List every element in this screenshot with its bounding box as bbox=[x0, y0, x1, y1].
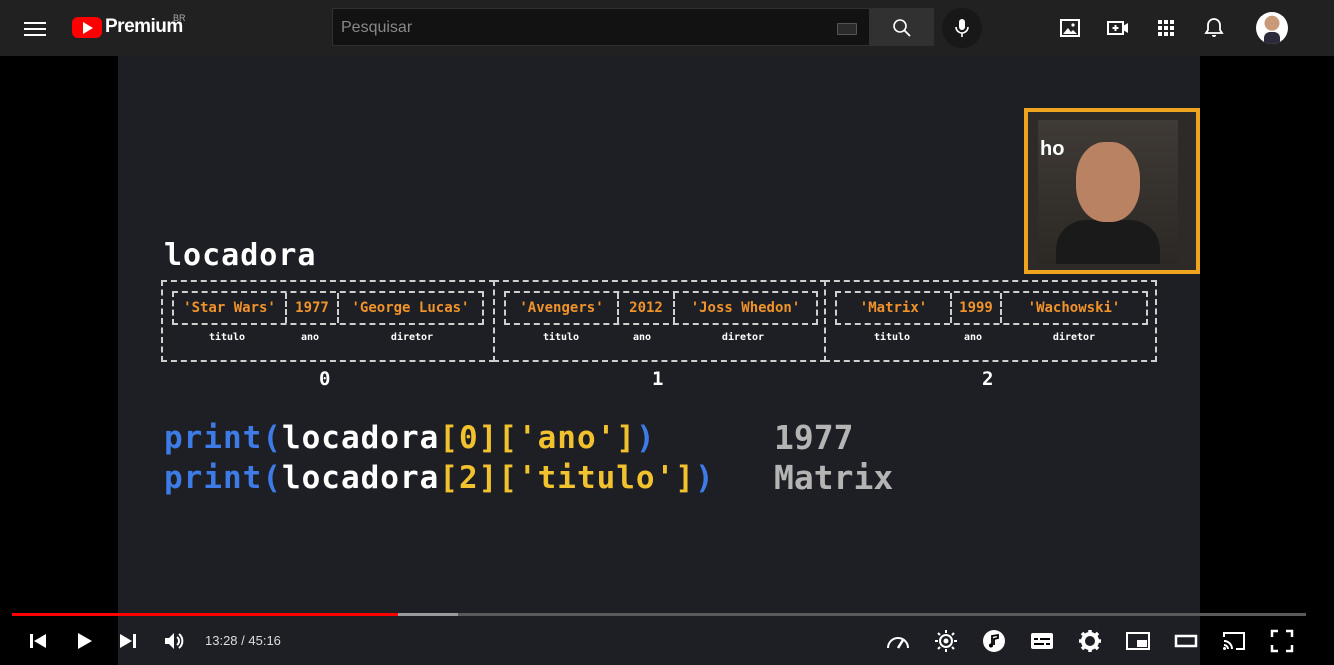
code-output: 1977 bbox=[774, 418, 854, 457]
keyboard-icon[interactable] bbox=[837, 23, 857, 35]
notifications-bell-icon[interactable] bbox=[1202, 16, 1226, 40]
code-function: print( bbox=[164, 420, 282, 456]
playback-speed-icon[interactable] bbox=[885, 628, 911, 654]
time-display: 13:28 / 45:16 bbox=[205, 633, 281, 648]
value-cell: 2012 bbox=[619, 293, 675, 323]
voice-search-button[interactable] bbox=[942, 8, 982, 48]
music-note-icon[interactable] bbox=[981, 628, 1007, 654]
video-player[interactable]: locadora 'Star Wars' 1977 'George Lucas'… bbox=[0, 56, 1334, 665]
subtitles-icon[interactable] bbox=[1029, 628, 1055, 654]
search-box bbox=[332, 8, 870, 47]
presenter-image: ho bbox=[1038, 120, 1178, 264]
theater-mode-icon[interactable] bbox=[1173, 628, 1199, 654]
code-function: print( bbox=[164, 460, 282, 496]
value-cell: 'Joss Whedon' bbox=[690, 300, 801, 316]
value-cell: 'Wachowski' bbox=[1027, 300, 1121, 316]
presenter-face bbox=[1076, 142, 1140, 222]
value-cell: 'Avengers' bbox=[506, 293, 619, 323]
code-subscript: [0]['ano'] bbox=[439, 420, 636, 456]
value-cell: 1977 bbox=[287, 293, 339, 323]
code-variable: locadora bbox=[281, 460, 440, 496]
value-cell: 1999 bbox=[952, 293, 1002, 323]
code-subscript: [2]['titulo'] bbox=[439, 460, 695, 496]
search-icon bbox=[893, 19, 911, 37]
key-label: ano bbox=[300, 332, 320, 343]
country-code: BR bbox=[173, 13, 186, 23]
code-close-paren: ) bbox=[635, 420, 656, 456]
masthead: Premium BR bbox=[0, 0, 1334, 56]
create-video-icon[interactable] bbox=[1106, 16, 1130, 40]
key-label: titulo bbox=[873, 332, 911, 343]
code-line: print(locadora[0]['ano']) bbox=[164, 420, 656, 456]
played-bar bbox=[12, 613, 398, 616]
next-icon[interactable] bbox=[115, 628, 141, 654]
youtube-logo[interactable]: Premium BR bbox=[72, 13, 186, 38]
previous-icon[interactable] bbox=[25, 628, 51, 654]
ambient-mode-icon[interactable] bbox=[933, 628, 959, 654]
background-sign-text: ho bbox=[1040, 138, 1065, 160]
youtube-play-icon bbox=[72, 16, 102, 38]
dict-name: locadora bbox=[164, 238, 317, 273]
key-label: ano bbox=[632, 332, 652, 343]
code-output: Matrix bbox=[774, 458, 894, 497]
key-label: diretor bbox=[721, 332, 765, 343]
code-close-paren: ) bbox=[694, 460, 715, 496]
key-label: titulo bbox=[208, 332, 246, 343]
record-values-2: 'Matrix' 1999 'Wachowski' bbox=[835, 291, 1148, 325]
miniplayer-icon[interactable] bbox=[1125, 628, 1151, 654]
fullscreen-icon[interactable] bbox=[1269, 628, 1295, 654]
value-cell: 'Matrix' bbox=[837, 293, 952, 323]
index-label: 0 bbox=[319, 368, 331, 390]
volume-icon[interactable] bbox=[161, 628, 187, 654]
key-label: titulo bbox=[542, 332, 580, 343]
search-button[interactable] bbox=[870, 8, 934, 46]
webcam-overlay: ho bbox=[1024, 108, 1200, 274]
key-label: diretor bbox=[390, 332, 434, 343]
code-line: print(locadora[2]['titulo']) bbox=[164, 460, 715, 496]
settings-gear-icon[interactable] bbox=[1077, 628, 1103, 654]
cast-icon[interactable] bbox=[1221, 628, 1247, 654]
logo-text: Premium bbox=[105, 16, 183, 37]
microphone-icon bbox=[955, 19, 969, 37]
code-variable: locadora bbox=[281, 420, 440, 456]
record-box-0: 'Star Wars' 1977 'George Lucas' titulo a… bbox=[161, 280, 495, 362]
presenter-body bbox=[1056, 220, 1160, 264]
apps-icon[interactable] bbox=[1154, 16, 1178, 40]
video-frame: locadora 'Star Wars' 1977 'George Lucas'… bbox=[118, 56, 1200, 665]
key-label: ano bbox=[963, 332, 983, 343]
record-box-2: 'Matrix' 1999 'Wachowski' titulo ano dir… bbox=[824, 280, 1157, 362]
index-label: 2 bbox=[982, 368, 994, 390]
play-icon[interactable] bbox=[71, 628, 97, 654]
menu-icon[interactable] bbox=[24, 18, 46, 38]
record-box-1: 'Avengers' 2012 'Joss Whedon' titulo ano… bbox=[493, 280, 826, 362]
record-values-1: 'Avengers' 2012 'Joss Whedon' bbox=[504, 291, 818, 325]
image-icon[interactable] bbox=[1058, 16, 1082, 40]
avatar[interactable] bbox=[1256, 12, 1288, 44]
index-label: 1 bbox=[652, 368, 664, 390]
key-label: diretor bbox=[1052, 332, 1096, 343]
record-values-0: 'Star Wars' 1977 'George Lucas' bbox=[172, 291, 484, 325]
value-cell: 'Star Wars' bbox=[174, 293, 287, 323]
value-cell: 'George Lucas' bbox=[351, 300, 470, 316]
search-input[interactable] bbox=[339, 9, 833, 47]
progress-bar[interactable] bbox=[12, 613, 1306, 616]
